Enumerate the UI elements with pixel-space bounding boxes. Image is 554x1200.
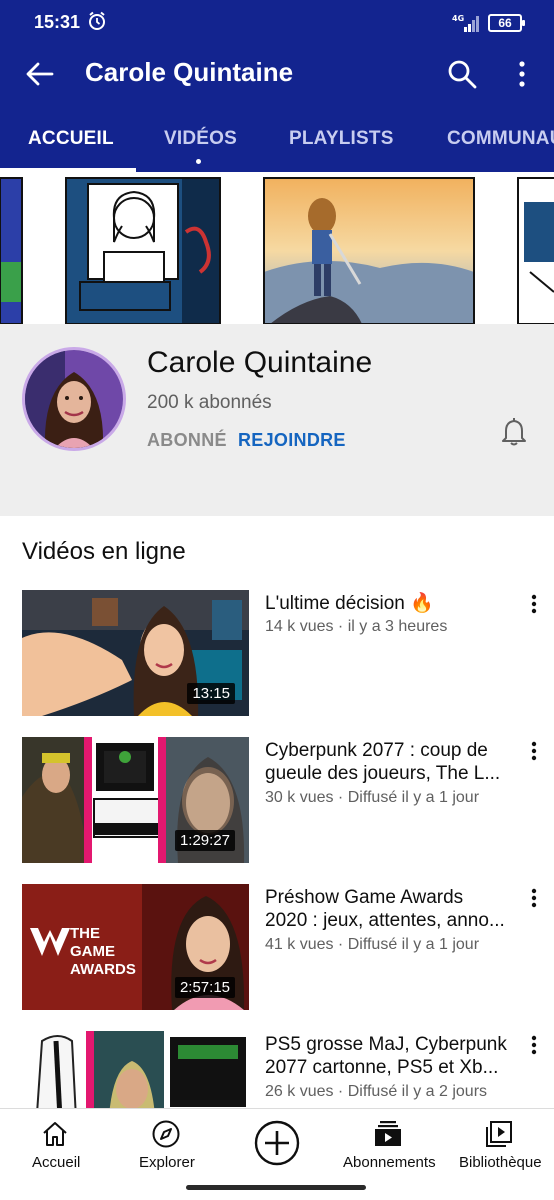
nav-label: Abonnements: [343, 1154, 436, 1171]
bell-icon[interactable]: [498, 416, 530, 448]
join-button[interactable]: REJOINDRE: [238, 430, 346, 451]
video-item[interactable]: PS5 grosse MaJ, Cyberpunk 2077 cartonne,…: [0, 1031, 554, 1108]
video-title[interactable]: Cyberpunk 2077 : coup de gueule des joue…: [265, 739, 515, 785]
alarm-icon: [89, 11, 105, 30]
video-thumbnail[interactable]: THE GAME AWARDS 2:57:15: [22, 884, 249, 1010]
tab-playlists[interactable]: PLAYLISTS: [289, 128, 394, 150]
video-title-line: 2020 : jeux, attentes, anno...: [265, 910, 505, 931]
video-title-line: gueule des joueurs, The L...: [265, 763, 501, 784]
compass-icon: [152, 1120, 180, 1148]
video-title[interactable]: L'ultime décision 🔥: [265, 592, 515, 615]
video-menu-icon[interactable]: [522, 592, 546, 616]
home-icon: [43, 1122, 67, 1146]
video-thumbnail[interactable]: [22, 1031, 249, 1108]
nav-label: Explorer: [139, 1154, 195, 1171]
video-menu-icon[interactable]: [522, 739, 546, 763]
channel-name: Carole Quintaine: [147, 346, 373, 379]
video-duration: 1:29:27: [174, 830, 235, 851]
subscribed-button[interactable]: ABONNÉ: [147, 430, 227, 451]
tab-accueil[interactable]: ACCUEIL: [28, 128, 114, 150]
video-meta: 30 k vues · Diffusé il y a 1 jour: [265, 789, 480, 806]
thumb-text: GAME: [70, 943, 115, 960]
video-meta: 41 k vues · Diffusé il y a 1 jour: [265, 936, 480, 953]
network-label: 4G: [452, 14, 464, 23]
video-meta: 26 k vues · Diffusé il y a 2 jours: [265, 1083, 488, 1100]
video-duration: 2:57:15: [174, 977, 235, 998]
video-thumbnail[interactable]: 1:29:27: [22, 737, 249, 863]
video-title-line: L'ultime décision 🔥: [265, 593, 434, 614]
nav-explorer[interactable]: Explorer: [110, 1109, 222, 1179]
nav-label: Bibliothèque: [459, 1154, 542, 1171]
home-indicator[interactable]: [186, 1185, 366, 1190]
nav-accueil[interactable]: Accueil: [0, 1109, 110, 1179]
nav-create[interactable]: [222, 1109, 332, 1179]
video-title-line: 2077 cartonne, PS5 et Xb...: [265, 1057, 499, 1078]
channel-title: Carole Quintaine: [85, 57, 294, 87]
video-duration: 13:15: [187, 683, 235, 704]
back-arrow-icon[interactable]: [22, 56, 58, 92]
video-thumbnail[interactable]: 13:15: [22, 590, 249, 716]
more-vertical-icon[interactable]: [508, 56, 536, 92]
subscriber-count: 200 k abonnés: [147, 392, 272, 413]
tab-communaute[interactable]: COMMUNAUTÉ: [447, 128, 554, 150]
nav-label: Accueil: [32, 1154, 81, 1171]
app-bar: Carole Quintaine: [0, 46, 554, 108]
video-title-line: Cyberpunk 2077 : coup de: [265, 740, 488, 761]
subscriptions-icon: [375, 1121, 401, 1146]
tab-videos[interactable]: VIDÉOS: [164, 128, 237, 150]
channel-banner: [0, 172, 554, 324]
nav-bibliotheque[interactable]: Bibliothèque: [444, 1109, 554, 1179]
video-item[interactable]: 1:29:27 Cyberpunk 2077 : coup de gueule …: [0, 737, 554, 867]
status-bar: 15:31 4G 66: [0, 0, 554, 46]
channel-tabs: ACCUEIL VIDÉOS PLAYLISTS COMMUNAUTÉ: [0, 108, 554, 172]
video-title[interactable]: PS5 grosse MaJ, Cyberpunk 2077 cartonne,…: [265, 1033, 515, 1079]
section-title: Vidéos en ligne: [22, 538, 186, 565]
battery-icon: 66: [488, 14, 525, 32]
signal-icon: 4G: [452, 14, 479, 32]
search-icon[interactable]: [444, 56, 480, 92]
channel-header: Carole Quintaine 200 k abonnés ABONNÉ RE…: [0, 324, 554, 516]
nav-abonnements[interactable]: Abonnements: [332, 1109, 444, 1179]
video-menu-icon[interactable]: [522, 886, 546, 910]
new-content-dot: [196, 159, 201, 164]
banner-artwork: [0, 177, 554, 324]
thumb-text: THE: [70, 925, 100, 942]
thumb-text: AWARDS: [70, 961, 136, 978]
video-title[interactable]: Préshow Game Awards 2020 : jeux, attente…: [265, 886, 515, 932]
library-icon: [486, 1121, 512, 1147]
channel-avatar[interactable]: [22, 347, 126, 451]
video-menu-icon[interactable]: [522, 1033, 546, 1057]
status-time: 15:31: [34, 12, 81, 32]
video-item[interactable]: 13:15 L'ultime décision 🔥 14 k vues · il…: [0, 590, 554, 720]
video-title-line: PS5 grosse MaJ, Cyberpunk: [265, 1034, 507, 1055]
video-item[interactable]: THE GAME AWARDS 2:57:15 Préshow Game Awa…: [0, 884, 554, 1014]
video-title-line: Préshow Game Awards: [265, 887, 464, 908]
video-meta: 14 k vues · il y a 3 heures: [265, 618, 448, 635]
add-circle-icon: [254, 1120, 300, 1166]
